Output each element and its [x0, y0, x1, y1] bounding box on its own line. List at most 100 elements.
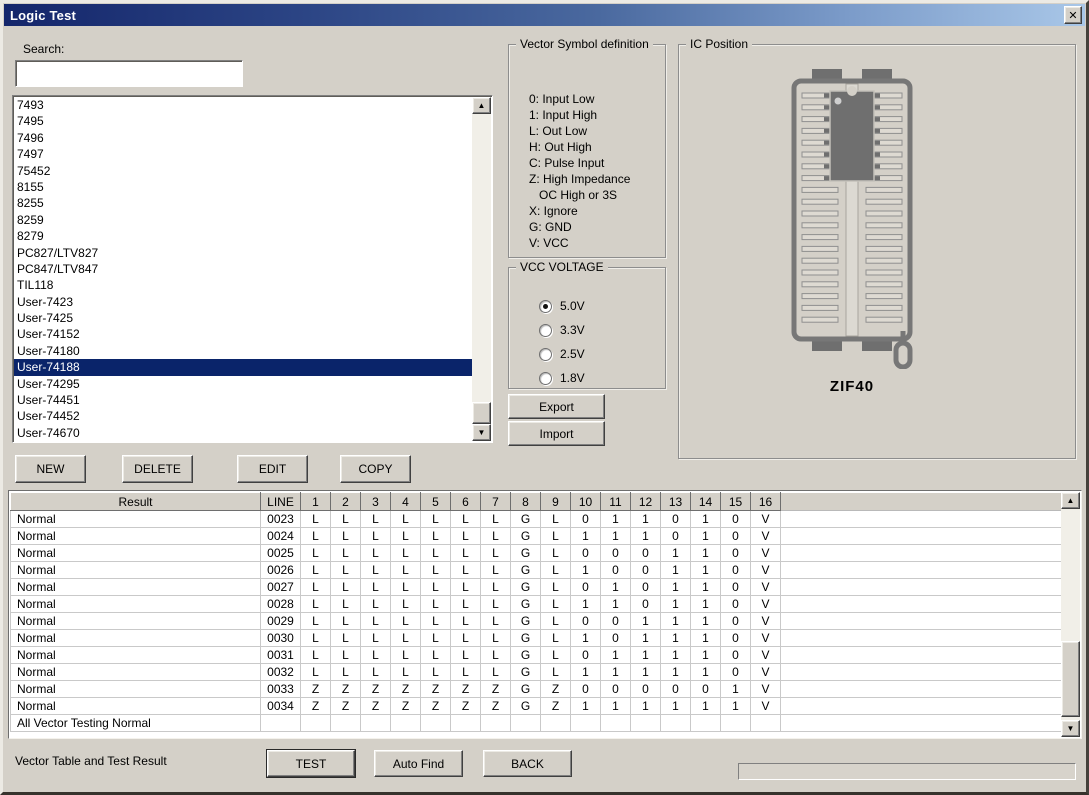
table-cell: 1	[690, 697, 721, 715]
list-item[interactable]: User-74180	[14, 343, 472, 359]
table-cell	[260, 714, 301, 732]
table-row[interactable]: Normal 0027 L L L L L L L G L 0 1 0 1 1 0 V	[10, 578, 1061, 596]
list-item[interactable]: PC827/LTV827	[14, 245, 472, 261]
table-cell: G	[510, 527, 541, 545]
table-row[interactable]: Normal 0031 L L L L L L L G L 0 1 1 1 1 0 V	[10, 646, 1061, 664]
table-row[interactable]: Normal 0034 Z Z Z Z Z Z Z G Z 1 1 1 1 1 1 V	[10, 697, 1061, 715]
scroll-down-button[interactable]: ▼	[472, 424, 491, 441]
table-cell	[330, 714, 361, 732]
column-header: 7	[480, 492, 511, 511]
table-cell: G	[510, 629, 541, 647]
list-item[interactable]: User-74452	[14, 408, 472, 424]
close-button[interactable]: ✕	[1064, 6, 1082, 24]
column-header: 8	[510, 492, 541, 511]
table-scroll-up-button[interactable]: ▲	[1061, 492, 1080, 509]
table-cell: V	[750, 510, 781, 528]
column-header: 1	[300, 492, 331, 511]
vcc-radio-option[interactable]: 1.8V	[539, 366, 585, 390]
table-cell: L	[360, 510, 391, 528]
vcc-radio-option[interactable]: 5.0V	[539, 294, 585, 318]
search-input[interactable]	[15, 60, 243, 87]
back-button[interactable]: BACK	[483, 750, 572, 777]
device-listbox[interactable]: 7493 7495 7496 7497 75452 8155 8255 8259 8279 PC8…	[12, 95, 493, 443]
list-item[interactable]: User-7425	[14, 310, 472, 326]
table-cell: 1	[690, 663, 721, 681]
table-row[interactable]: Normal 0030 L L L L L L L G L 1 0 1 1 1 0 V	[10, 629, 1061, 647]
copy-button[interactable]: COPY	[340, 455, 411, 483]
list-item[interactable]: 7493	[14, 97, 472, 113]
radio-button-icon[interactable]	[539, 347, 552, 361]
table-row[interactable]: Normal 0024 L L L L L L L G L 1 1 1 0 1 0 V	[10, 527, 1061, 545]
vcc-radio-option[interactable]: 2.5V	[539, 342, 585, 366]
table-row[interactable]: Normal 0029 L L L L L L L G L 0 0 1 1 1 0 V	[10, 612, 1061, 630]
list-item[interactable]: 8279	[14, 228, 472, 244]
table-row[interactable]: Normal 0032 L L L L L L L G L 1 1 1 1 1 0 V	[10, 663, 1061, 681]
list-item[interactable]: User-74451	[14, 392, 472, 408]
test-button[interactable]: TEST	[266, 749, 356, 778]
auto-find-button[interactable]: Auto Find	[374, 750, 463, 777]
list-item[interactable]: User-74295	[14, 376, 472, 392]
table-scroll-thumb[interactable]	[1061, 641, 1080, 717]
table-cell: L	[480, 510, 511, 528]
list-item[interactable]: User-74670	[14, 425, 472, 441]
table-cell: 1	[630, 629, 661, 647]
radio-label: 2.5V	[560, 347, 585, 361]
list-item[interactable]: TIL118	[14, 277, 472, 293]
list-item[interactable]: User-7423	[14, 294, 472, 310]
list-item[interactable]: 7495	[14, 113, 472, 129]
table-cell	[600, 714, 631, 732]
scroll-track[interactable]	[472, 114, 491, 424]
symbol-definition-line: H: Out High	[529, 140, 592, 154]
edit-button[interactable]: EDIT	[237, 455, 308, 483]
list-item[interactable]: 8155	[14, 179, 472, 195]
zif-socket-icon	[791, 69, 913, 370]
table-cell: L	[450, 561, 481, 579]
table-cell: Z	[390, 680, 421, 698]
table-scroll-track[interactable]	[1061, 509, 1080, 720]
table-row[interactable]: Normal 0025 L L L L L L L G L 0 0 0 1 1 0 V	[10, 544, 1061, 562]
import-button[interactable]: Import	[508, 421, 605, 446]
table-cell: Normal	[10, 510, 261, 528]
scroll-up-button[interactable]: ▲	[472, 97, 491, 114]
table-scroll-down-button[interactable]: ▼	[1061, 720, 1080, 737]
list-item[interactable]: PC847/LTV847	[14, 261, 472, 277]
scroll-thumb[interactable]	[472, 402, 491, 424]
table-cell: G	[510, 510, 541, 528]
radio-button-icon[interactable]	[539, 299, 552, 313]
table-cell: L	[480, 561, 511, 579]
radio-button-icon[interactable]	[539, 323, 552, 337]
table-scrollbar[interactable]: ▲ ▼	[1061, 492, 1080, 737]
export-button[interactable]: Export	[508, 394, 605, 419]
table-cell: 1	[630, 646, 661, 664]
table-cell: L	[300, 646, 331, 664]
list-item[interactable]: User-74188	[14, 359, 472, 376]
table-cell: 1	[600, 646, 631, 664]
table-row[interactable]: Normal 0028 L L L L L L L G L 1 1 0 1 1 0 V	[10, 595, 1061, 613]
table-cell	[300, 714, 331, 732]
table-cell: 1	[600, 595, 631, 613]
titlebar[interactable]: Logic Test ✕	[4, 4, 1085, 26]
table-row[interactable]: Normal 0033 Z Z Z Z Z Z Z G Z 0 0 0 0 0 1 V	[10, 680, 1061, 698]
copy-button-label: COPY	[358, 462, 393, 476]
table-cell: 0023	[260, 510, 301, 528]
list-item[interactable]: 7496	[14, 130, 472, 146]
device-list-scrollbar[interactable]: ▲ ▼	[472, 97, 491, 441]
new-button[interactable]: NEW	[15, 455, 86, 483]
delete-button[interactable]: DELETE	[122, 455, 193, 483]
table-row[interactable]: Normal 0026 L L L L L L L G L 1 0 0 1 1 0 V	[10, 561, 1061, 579]
list-item[interactable]: User-74152	[14, 326, 472, 342]
list-item[interactable]: 7497	[14, 146, 472, 162]
table-cell: V	[750, 595, 781, 613]
table-row[interactable]: Normal 0023 L L L L L L L G L 0 1 1 0 1 0 V	[10, 510, 1061, 528]
table-cell: 0	[570, 646, 601, 664]
table-cell: 1	[600, 697, 631, 715]
table-cell: 1	[600, 663, 631, 681]
vcc-radio-option[interactable]: 3.3V	[539, 318, 585, 342]
list-item[interactable]: 8259	[14, 212, 472, 228]
delete-button-label: DELETE	[134, 462, 181, 476]
table-cell: L	[420, 663, 451, 681]
table-cell: 0	[720, 646, 751, 664]
list-item[interactable]: 8255	[14, 195, 472, 211]
radio-button-icon[interactable]	[539, 371, 552, 385]
list-item[interactable]: 75452	[14, 163, 472, 179]
